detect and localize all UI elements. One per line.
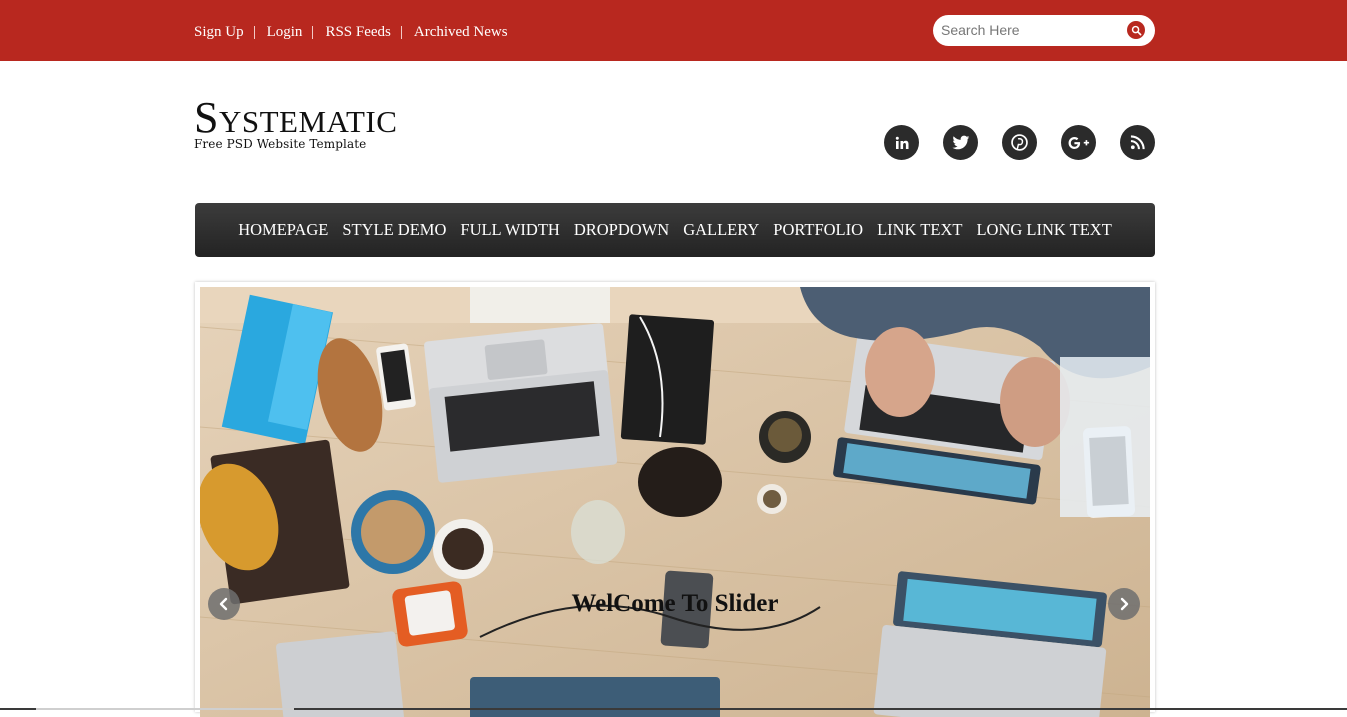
twitter-icon[interactable] [943,125,978,160]
search-input[interactable] [941,20,1121,40]
image-slider[interactable]: WelCome To Slider [200,287,1150,717]
rss-feeds-link[interactable]: RSS Feeds [325,24,390,41]
google-plus-icon[interactable] [1061,125,1096,160]
link-separator [400,25,402,39]
nav-dropdown[interactable]: DROPDOWN [574,220,669,240]
nav-style-demo[interactable]: STYLE DEMO [342,220,446,240]
nav-full-width[interactable]: FULL WIDTH [460,220,559,240]
slider-next-button[interactable] [1108,588,1140,620]
slider-prev-button[interactable] [208,588,240,620]
top-links: Sign Up Login RSS Feeds Archived News [194,22,508,42]
login-link[interactable]: Login [267,24,303,41]
nav-long-link-text[interactable]: LONG LINK TEXT [976,220,1111,240]
chevron-right-icon [1120,597,1129,611]
archived-news-link[interactable]: Archived News [414,24,508,41]
top-bar: Sign Up Login RSS Feeds Archived News [0,0,1347,61]
linkedin-icon[interactable] [884,125,919,160]
rss-icon[interactable] [1120,125,1155,160]
site-logo[interactable]: Systematic Free PSD Website Template [194,93,398,152]
slider-frame: WelCome To Slider [195,282,1155,717]
slide-progress-line [0,708,1347,710]
slide-progress-bar [0,697,1347,710]
nav-link-text[interactable]: LINK TEXT [877,220,962,240]
chevron-left-icon [219,597,228,611]
nav-portfolio[interactable]: PORTFOLIO [773,220,863,240]
search-box [933,15,1155,46]
slide-image [200,287,1150,717]
main-navigation: HOMEPAGE STYLE DEMO FULL WIDTH DROPDOWN … [195,203,1155,257]
search-button[interactable] [1127,21,1145,39]
pinterest-icon[interactable] [1002,125,1037,160]
search-icon [1131,25,1141,35]
link-separator [312,25,314,39]
site-title: Systematic [194,93,398,142]
nav-gallery[interactable]: GALLERY [683,220,759,240]
link-separator [253,25,255,39]
slide-caption: WelCome To Slider [571,590,779,617]
signup-link[interactable]: Sign Up [194,24,244,41]
social-links [884,125,1156,160]
nav-homepage[interactable]: HOMEPAGE [238,220,328,240]
